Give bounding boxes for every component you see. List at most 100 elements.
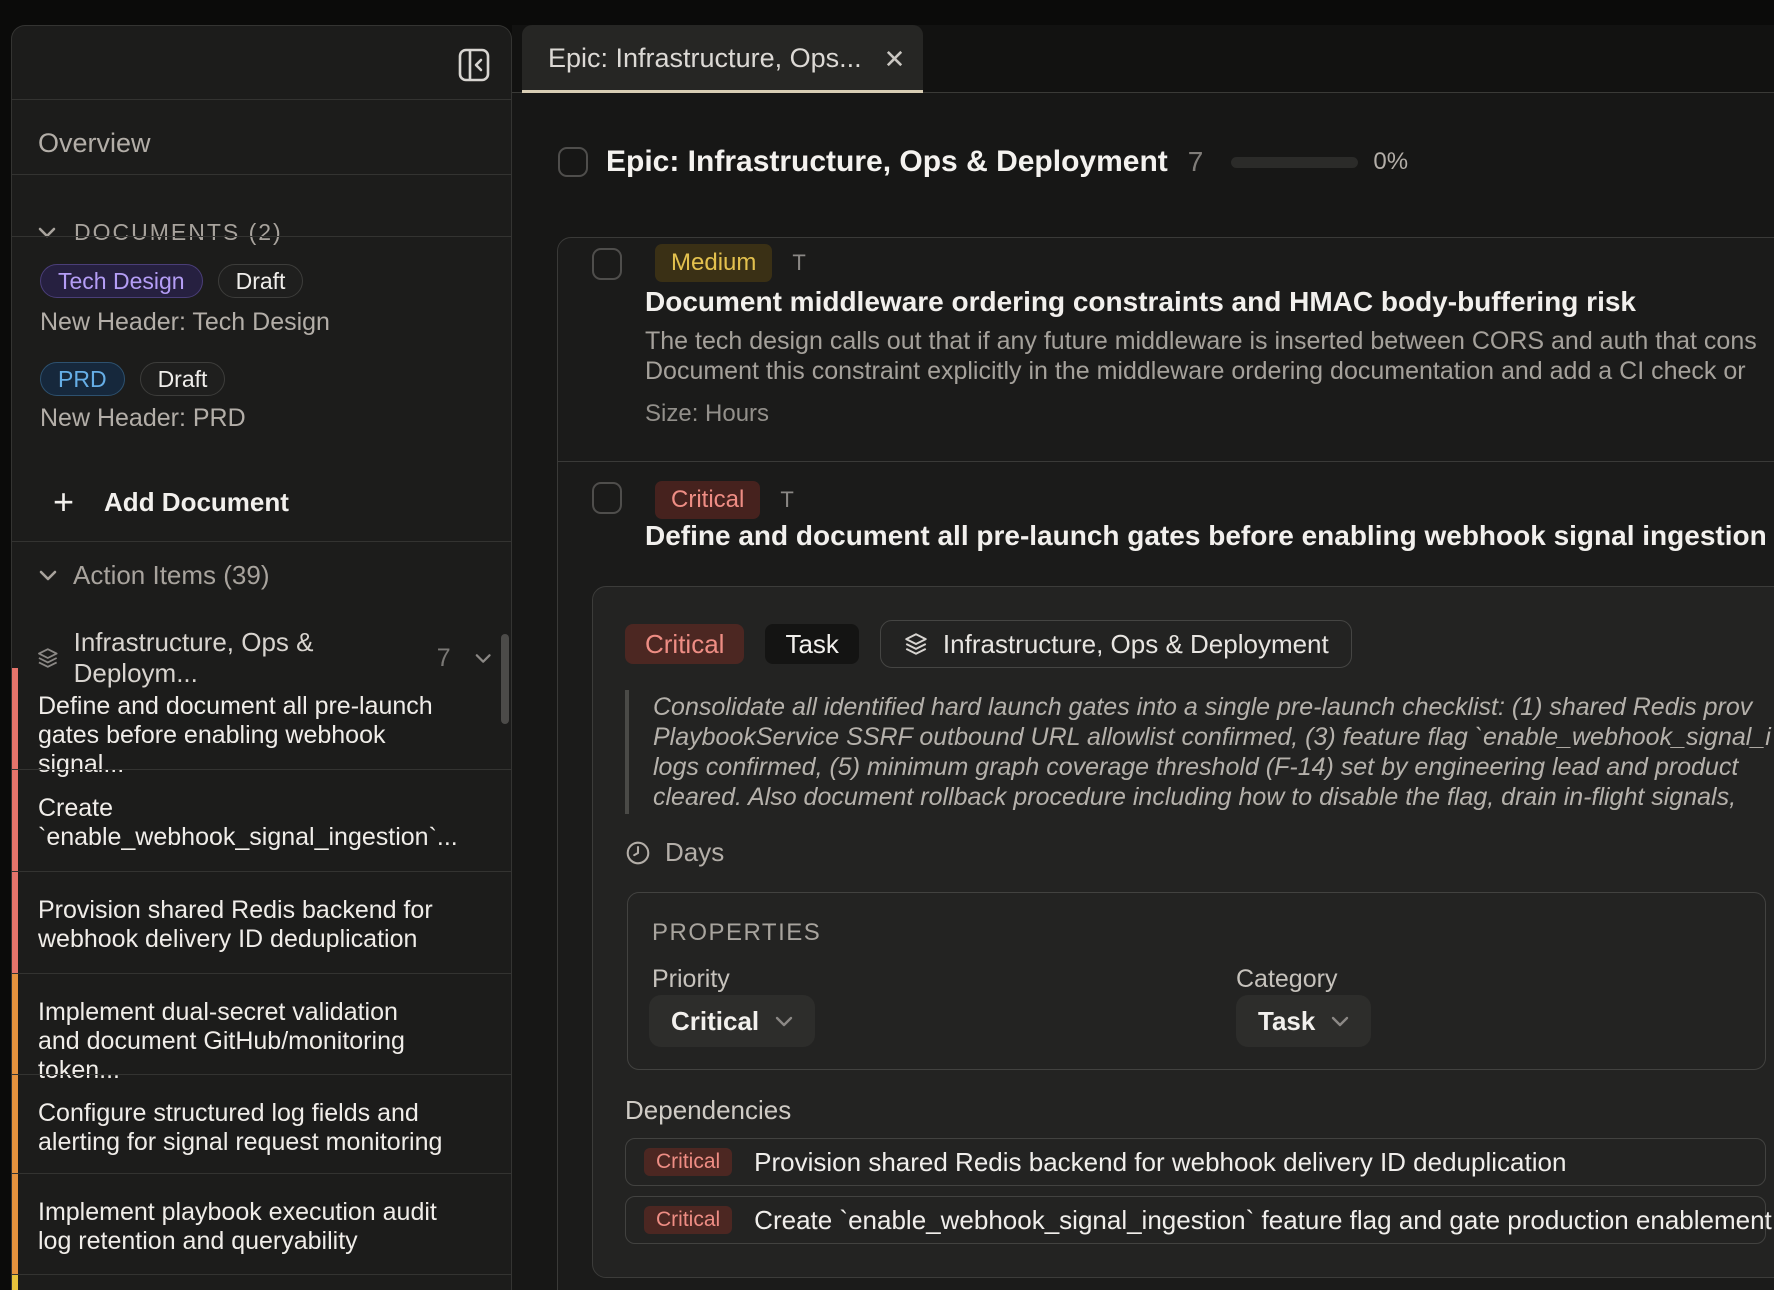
action-item-row[interactable]: Implement playbook execution audit log r… — [12, 1173, 511, 1275]
action-item-text: Create `enable_webhook_signal_ingestion`… — [38, 794, 446, 852]
action-item-row[interactable]: Create `enable_webhook_signal_ingestion`… — [12, 769, 511, 872]
priority-property-label: Priority — [652, 965, 730, 994]
task-type-letter: T — [780, 487, 793, 513]
document-item-tech-design[interactable]: Tech Design Draft — [40, 264, 303, 298]
task-meta-row: Medium T — [655, 244, 806, 282]
task-title[interactable]: Define and document all pre-launch gates… — [645, 520, 1774, 552]
action-item-row[interactable]: Implement dual-secret validation and doc… — [12, 973, 511, 1075]
chevron-down-icon[interactable] — [475, 653, 491, 664]
priority-strip — [12, 1075, 18, 1174]
sidebar: Overview DOCUMENTS (2) Tech Design Draft… — [11, 25, 512, 1290]
collapse-sidebar-icon — [458, 48, 490, 82]
detail-description-line: cleared. Also document rollback procedur… — [653, 782, 1736, 812]
action-item-text: Implement dual-secret validation and doc… — [38, 998, 446, 1085]
priority-badge-medium[interactable]: Medium — [655, 244, 772, 282]
priority-strip — [12, 1275, 18, 1290]
priority-strip — [12, 872, 18, 974]
detail-priority-badge[interactable]: Critical — [625, 624, 744, 664]
task-detail-card: Critical Task Infrastructure, Ops & Depl… — [592, 586, 1774, 1278]
dependency-text: Create `enable_webhook_signal_ingestion`… — [754, 1205, 1772, 1236]
effort-label: Days — [665, 837, 724, 868]
tab-close-icon[interactable]: ✕ — [884, 46, 906, 72]
task-title[interactable]: Document middleware ordering constraints… — [645, 286, 1636, 318]
priority-badge-critical[interactable]: Critical — [655, 481, 760, 519]
document-title[interactable]: New Header: PRD — [40, 404, 246, 433]
chevron-down-icon — [775, 1016, 793, 1027]
sidebar-item-overview[interactable]: Overview — [38, 128, 151, 159]
divider — [12, 174, 511, 175]
action-item-text: Configure structured log fields and aler… — [38, 1099, 446, 1157]
chevron-down-icon — [39, 570, 57, 581]
doc-type-badge: Tech Design — [40, 264, 203, 298]
documents-section-label: DOCUMENTS (2) — [74, 219, 283, 246]
divider — [12, 99, 511, 100]
action-item-row[interactable]: Configure structured log fields and aler… — [12, 1074, 511, 1174]
priority-dropdown[interactable]: Critical — [649, 995, 815, 1047]
plus-icon: + — [53, 484, 74, 520]
tab-bar: Epic: Infrastructure, Ops... ✕ — [512, 25, 1774, 93]
collapse-sidebar-button[interactable] — [458, 48, 490, 82]
epic-title: Epic: Infrastructure, Ops & Deployment — [606, 145, 1168, 179]
effort-row: Days — [625, 837, 724, 868]
active-tab-underline — [522, 90, 923, 93]
action-items-section-header[interactable]: Action Items (39) — [39, 560, 270, 591]
dependency-row[interactable]: Critical Provision shared Redis backend … — [625, 1138, 1766, 1186]
add-document-button[interactable]: + Add Document — [53, 484, 289, 520]
tab-label: Epic: Infrastructure, Ops... — [548, 43, 862, 74]
action-item-text: Implement playbook execution audit log r… — [38, 1198, 446, 1256]
dependencies-heading: Dependencies — [625, 1095, 791, 1126]
task-checkbox[interactable] — [592, 482, 622, 514]
epic-checkbox[interactable] — [558, 147, 588, 177]
task-checkbox[interactable] — [592, 248, 622, 280]
detail-type-badge[interactable]: Task — [765, 624, 858, 664]
epic-progress-bar — [1231, 157, 1358, 168]
dependency-priority-badge: Critical — [644, 1148, 732, 1176]
detail-epic-chip-label: Infrastructure, Ops & Deployment — [943, 629, 1329, 660]
tasks-panel: Medium T Document middleware ordering co… — [557, 237, 1774, 1290]
dependency-priority-badge: Critical — [644, 1206, 732, 1234]
add-document-label: Add Document — [104, 487, 289, 518]
properties-box: PROPERTIES Priority Critical Category Ta… — [627, 892, 1766, 1070]
task-meta-row: Critical T — [655, 481, 794, 519]
task-description-line: The tech design calls out that if any fu… — [645, 326, 1757, 356]
app-window: Epic: Infrastructure, Ops... ✕ Overview … — [0, 0, 1774, 1290]
action-item-row[interactable]: Define and document all pre-launch gates… — [12, 668, 511, 769]
divider — [12, 236, 511, 237]
doc-status-badge: Draft — [218, 264, 304, 298]
action-item-row[interactable] — [12, 1274, 511, 1290]
priority-strip — [12, 770, 18, 872]
properties-heading: PROPERTIES — [652, 919, 821, 947]
detail-badges-row: Critical Task Infrastructure, Ops & Depl… — [625, 620, 1352, 668]
task-type-letter: T — [792, 250, 805, 276]
layers-icon — [903, 631, 929, 657]
doc-status-badge: Draft — [140, 362, 226, 396]
epic-header-row: Epic: Infrastructure, Ops & Deployment 7… — [558, 139, 1774, 185]
document-title[interactable]: New Header: Tech Design — [40, 308, 330, 337]
epic-progress-percent: 0% — [1373, 148, 1408, 176]
tab-epic[interactable]: Epic: Infrastructure, Ops... ✕ — [522, 25, 923, 92]
dependency-row[interactable]: Critical Create `enable_webhook_signal_i… — [625, 1196, 1766, 1244]
dependency-text: Provision shared Redis backend for webho… — [754, 1147, 1566, 1178]
chevron-down-icon — [1331, 1016, 1349, 1027]
detail-description-line: Consolidate all identified hard launch g… — [653, 692, 1752, 722]
divider — [12, 541, 511, 542]
priority-strip — [12, 1174, 18, 1275]
sidebar-scrollbar-thumb[interactable] — [501, 634, 509, 724]
detail-epic-chip[interactable]: Infrastructure, Ops & Deployment — [880, 620, 1352, 668]
category-dropdown-value: Task — [1258, 1006, 1315, 1037]
task-size-label: Size: Hours — [645, 400, 769, 428]
action-item-text: Define and document all pre-launch gates… — [38, 692, 446, 779]
documents-section-header[interactable]: DOCUMENTS (2) — [38, 219, 283, 246]
category-dropdown[interactable]: Task — [1236, 995, 1371, 1047]
epic-task-count: 7 — [1188, 146, 1204, 178]
doc-type-badge: PRD — [40, 362, 125, 396]
priority-strip — [12, 974, 18, 1075]
action-items-section-label: Action Items (39) — [73, 560, 270, 591]
action-item-row[interactable]: Provision shared Redis backend for webho… — [12, 871, 511, 974]
task-description-line: Document this constraint explicitly in t… — [645, 356, 1746, 386]
document-item-prd[interactable]: PRD Draft — [40, 362, 225, 396]
quote-bar — [625, 690, 629, 814]
clock-icon — [625, 840, 651, 866]
detail-description-line: logs confirmed, (5) minimum graph covera… — [653, 752, 1738, 782]
priority-strip — [12, 668, 18, 769]
